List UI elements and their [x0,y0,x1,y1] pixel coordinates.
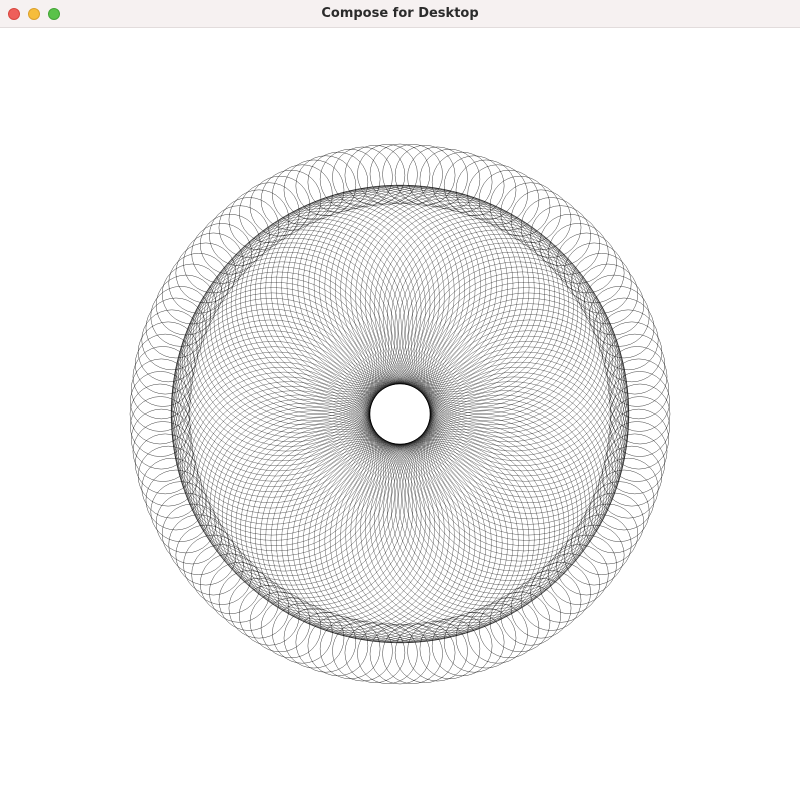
main-band-pattern-circle [329,440,530,640]
outer-band-pattern-circle [369,623,431,685]
outer-band-pattern-circle [478,597,540,659]
outer-band-pattern-circle [307,615,369,677]
outer-band-pattern-circle [577,263,639,325]
spirograph-drawing [129,143,671,685]
main-band-pattern-circle [184,256,384,457]
main-band-pattern-circle [270,440,471,640]
outer-band-pattern-circle [431,151,493,213]
window-title: Compose for Desktop [321,6,479,21]
main-band-pattern-circle [189,381,389,581]
main-band-pattern-circle [416,256,616,457]
outer-band-pattern-circle [130,371,191,432]
main-band-pattern-circle [240,199,440,399]
outer-band-pattern-circle [609,396,670,457]
main-band-pattern-circle [240,429,440,629]
outer-band-pattern-circle [455,159,517,221]
main-band-pattern-circle [360,199,560,399]
outer-band-pattern-circle [407,146,468,208]
main-band-pattern-circle [171,298,372,498]
outer-band-pattern-circle [283,607,345,669]
outer-band-pattern [129,143,671,685]
outer-band-pattern-circle [431,615,493,677]
outer-band-pattern-circle [145,297,207,359]
outer-band-pattern-circle [332,620,393,682]
outer-band-pattern-circle [593,469,655,531]
drawing-canvas [0,28,800,800]
main-band-pattern-circle [329,188,530,388]
main-band-pattern-circle [171,330,372,530]
outer-band-pattern-circle [332,146,393,208]
outer-band-pattern-circle [609,383,671,445]
outer-band-pattern-circle [369,143,431,205]
outer-band-pattern-circle [161,503,223,565]
outer-band-pattern-circle [593,297,655,359]
outer-band-pattern-circle [260,597,322,659]
main-band-pattern-circle [411,247,611,447]
main-band-pattern-circle [270,188,471,388]
outer-band-pattern-circle [145,469,207,531]
title-bar[interactable]: Compose for Desktop [0,0,800,28]
main-band-pattern-circle [189,247,389,447]
outer-band-pattern-circle [407,620,468,682]
app-window: Compose for Desktop [0,0,800,800]
outer-band-pattern-circle [129,383,191,445]
outer-band-pattern-circle [609,371,670,432]
outer-band-pattern-circle [283,159,345,221]
outer-band-pattern-circle [478,169,540,231]
outer-band-pattern-circle [130,396,191,457]
outer-band-pattern-circle [161,263,223,325]
outer-band-pattern-circle [577,503,639,565]
main-band-pattern-circle [360,429,560,629]
main-band-pattern [170,184,630,644]
outer-band-pattern-circle [307,151,369,213]
main-band-pattern-circle [428,330,629,530]
outer-band-pattern-circle [455,607,517,669]
main-band-pattern-circle [184,371,384,572]
main-band-pattern-circle [428,298,629,498]
main-band-pattern-circle [416,371,616,572]
main-band-pattern-circle [411,381,611,581]
outer-band-pattern-circle [260,169,322,231]
